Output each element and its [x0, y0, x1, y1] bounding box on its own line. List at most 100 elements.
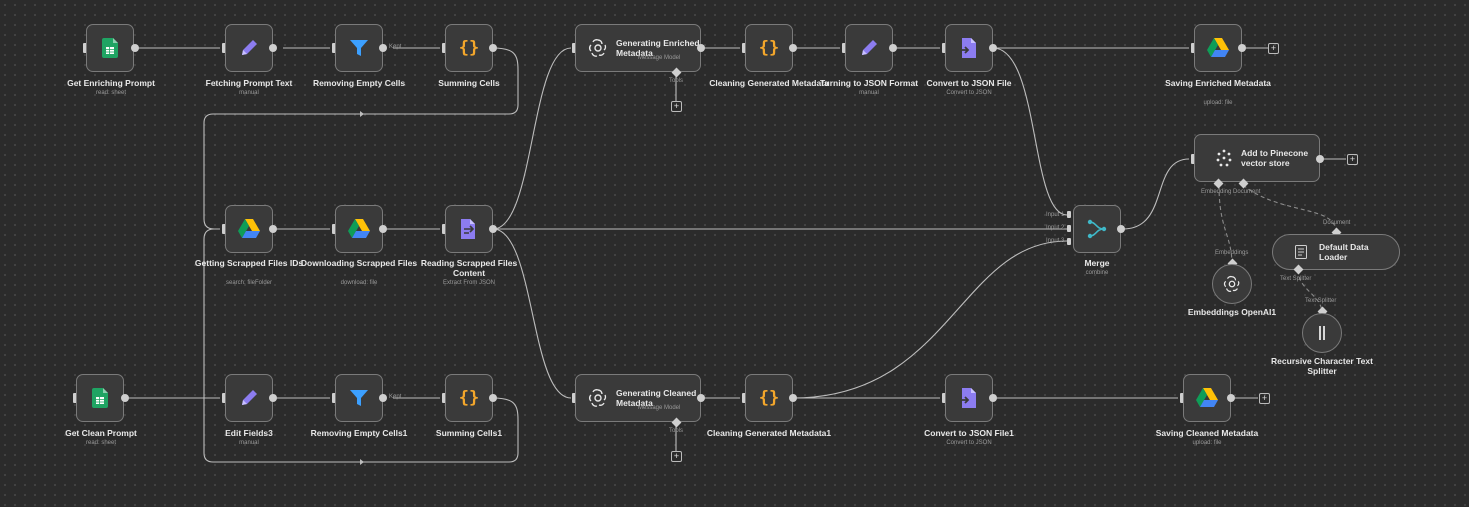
- node-title: Convert to JSON File: [926, 78, 1012, 88]
- node-title: Saving Enriched Metadata: [1165, 78, 1271, 88]
- get-enriching-prompt-node[interactable]: [86, 24, 134, 72]
- text-splitter-label: Text Splitter: [1280, 276, 1312, 282]
- output-port[interactable]: [131, 44, 139, 52]
- saving-cleaned-metadata-node[interactable]: [1183, 374, 1231, 422]
- saving-enriched-metadata-node[interactable]: [1194, 24, 1242, 72]
- node-subtitle: manual: [239, 440, 259, 446]
- pencil-icon: [859, 38, 879, 58]
- add-node-button[interactable]: +: [1347, 154, 1358, 165]
- extract-file-icon: [459, 219, 479, 239]
- get-clean-prompt-node[interactable]: [76, 374, 124, 422]
- output-port[interactable]: [1117, 225, 1125, 233]
- turning-to-json-node[interactable]: [845, 24, 893, 72]
- node-subtitle: Message Model: [638, 405, 681, 411]
- code-braces-icon: {}: [458, 388, 480, 408]
- pencil-icon: [239, 388, 259, 408]
- merge-node[interactable]: [1073, 205, 1121, 253]
- add-node-button[interactable]: +: [1268, 43, 1279, 54]
- embeddings-label: Embeddings: [1215, 250, 1249, 256]
- embedding-document-label: Embedding Document: [1201, 189, 1261, 195]
- input-port[interactable]: [1067, 211, 1071, 218]
- output-port[interactable]: [697, 44, 705, 52]
- tools-label: Tools: [669, 78, 684, 84]
- arrow: [360, 111, 364, 117]
- generating-enriched-metadata-node[interactable]: Generating Enriched Metadata Message Mod…: [575, 24, 701, 72]
- removing-empty-cells-node[interactable]: [335, 24, 383, 72]
- node-subtitle: Extract From JSON: [442, 280, 495, 286]
- output-port[interactable]: [269, 225, 277, 233]
- kept-label: Kept: [389, 44, 402, 50]
- getting-scrapped-files-node[interactable]: [225, 205, 273, 253]
- filter-icon: [349, 38, 369, 58]
- node-title: Add to Pinecone vector store: [1241, 148, 1309, 168]
- node-subtitle: upload: file: [1192, 440, 1222, 446]
- embeddings-openai-node[interactable]: [1212, 264, 1252, 304]
- node-title: Summing Cells1: [435, 428, 503, 438]
- code-braces-icon: {}: [758, 388, 780, 408]
- document-icon: [1295, 245, 1307, 259]
- generating-cleaned-metadata-node[interactable]: Generating Cleaned Metadata Message Mode…: [575, 374, 701, 422]
- output-port[interactable]: [1227, 394, 1235, 402]
- output-port[interactable]: [489, 225, 497, 233]
- output-port[interactable]: [489, 44, 497, 52]
- pinecone-vector-store-node[interactable]: Add to Pinecone vector store: [1194, 134, 1320, 182]
- node-subtitle: Convert to JSON: [946, 440, 992, 446]
- add-tool-button[interactable]: +: [671, 451, 682, 462]
- output-port[interactable]: [269, 44, 277, 52]
- output-port[interactable]: [121, 394, 129, 402]
- output-port[interactable]: [697, 394, 705, 402]
- google-drive-icon: [238, 219, 260, 239]
- downloading-scrapped-files-node[interactable]: [335, 205, 383, 253]
- node-subtitle: combine: [1085, 270, 1109, 276]
- convert-file-icon: [960, 388, 978, 408]
- summing-cells-node[interactable]: {}: [445, 24, 493, 72]
- output-port[interactable]: [789, 394, 797, 402]
- code-braces-icon: {}: [458, 38, 480, 58]
- openai-icon: [1223, 275, 1241, 293]
- tools-label: Tools: [669, 428, 684, 434]
- cleaning-generated-metadata1-node[interactable]: {}: [745, 374, 793, 422]
- node-title: Get Enriching Prompt: [67, 78, 155, 88]
- node-title: Cleaning Generated Metadata1: [706, 428, 832, 438]
- reading-scrapped-files-node[interactable]: [445, 205, 493, 253]
- output-port[interactable]: [989, 44, 997, 52]
- node-title: Saving Cleaned Metadata: [1155, 428, 1259, 438]
- output-port[interactable]: [379, 394, 387, 402]
- summing-cells1-node[interactable]: {}: [445, 374, 493, 422]
- output-port[interactable]: [889, 44, 897, 52]
- output-port[interactable]: [379, 225, 387, 233]
- pencil-icon: [239, 38, 259, 58]
- node-title: Recursive Character Text Splitter: [1271, 356, 1373, 376]
- convert-to-json-node[interactable]: [945, 24, 993, 72]
- node-title: Convert to JSON File1: [924, 428, 1014, 438]
- add-node-button[interactable]: +: [1259, 393, 1270, 404]
- fetching-prompt-text-node[interactable]: [225, 24, 273, 72]
- output-port[interactable]: [1238, 44, 1246, 52]
- google-drive-icon: [1196, 388, 1218, 408]
- add-tool-button[interactable]: +: [671, 101, 682, 112]
- node-subtitle: upload: file: [1203, 100, 1233, 106]
- node-subtitle: Convert to JSON: [946, 90, 992, 96]
- wire: [1122, 158, 1190, 230]
- input-port[interactable]: [1067, 238, 1071, 245]
- cleaning-generated-metadata-node[interactable]: {}: [745, 24, 793, 72]
- output-port[interactable]: [269, 394, 277, 402]
- output-port[interactable]: [989, 394, 997, 402]
- output-port[interactable]: [789, 44, 797, 52]
- code-braces-icon: {}: [758, 38, 780, 58]
- recursive-text-splitter-node[interactable]: [1302, 313, 1342, 353]
- node-subtitle: read: sheet: [95, 90, 127, 96]
- convert-to-json1-node[interactable]: [945, 374, 993, 422]
- output-port[interactable]: [1316, 155, 1324, 163]
- convert-file-icon: [960, 38, 978, 58]
- edit-fields3-node[interactable]: [225, 374, 273, 422]
- splitter-icon: [1317, 325, 1327, 341]
- input-port[interactable]: [1067, 225, 1071, 232]
- wire: [992, 47, 1068, 216]
- output-port[interactable]: [379, 44, 387, 52]
- output-port[interactable]: [489, 394, 497, 402]
- google-sheets-icon: [92, 388, 108, 408]
- removing-empty-cells1-node[interactable]: [335, 374, 383, 422]
- default-data-loader-node[interactable]: Default Data Loader: [1272, 234, 1400, 270]
- input-2-label: Input 2: [1046, 225, 1065, 231]
